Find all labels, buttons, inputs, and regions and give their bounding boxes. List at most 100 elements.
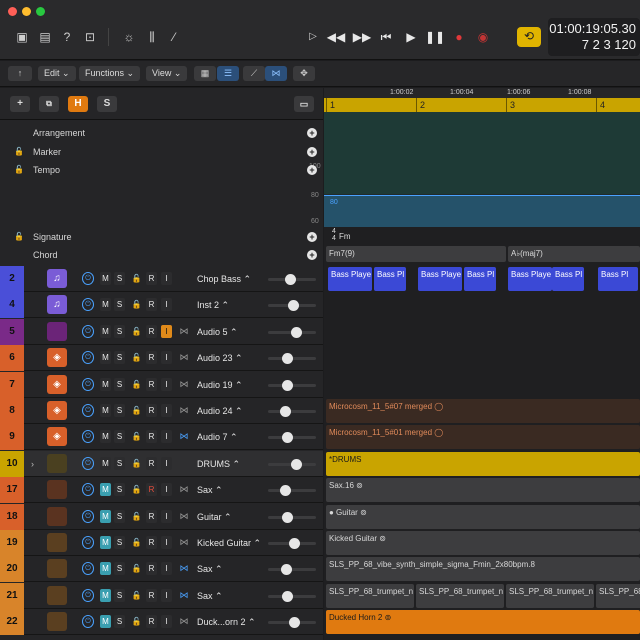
track-header[interactable]: 19 ⏻ M S 🔓 R I ⋈ Kicked Guitar ⌃ [0, 530, 323, 556]
solo-button[interactable]: S [114, 589, 125, 602]
pause-icon[interactable]: ❚❚ [425, 28, 445, 46]
flex-icon[interactable]: ⋈ [265, 66, 287, 81]
track-header[interactable]: 7 ◈ ⏻ M S 🔓 R I ⋈ Audio 19 ⌃ [0, 372, 323, 398]
solo-button[interactable]: S [114, 483, 125, 496]
track-lock-icon[interactable]: 🔓 [131, 615, 142, 628]
volume-knob[interactable] [291, 459, 302, 470]
mute-button[interactable]: M [100, 351, 111, 364]
global-track-chord[interactable]: Chord + [0, 246, 323, 264]
record-enable-button[interactable]: R [146, 457, 157, 470]
duplicate-track-button[interactable]: ⧉ [39, 96, 59, 112]
add-global-track-icon[interactable]: + [307, 250, 317, 260]
record-enable-button[interactable]: R [146, 562, 157, 575]
cycle-region[interactable]: 1 2 3 4 [324, 98, 640, 112]
tempo-line[interactable] [324, 195, 640, 196]
track-lock-icon[interactable]: 🔓 [131, 483, 142, 496]
input-monitor-button[interactable]: I [161, 351, 172, 364]
mute-button[interactable]: M [100, 378, 111, 391]
region[interactable]: Bass Pl [374, 267, 406, 291]
record-enable-button[interactable]: R [146, 298, 157, 311]
volume-knob[interactable] [282, 512, 293, 523]
track-header[interactable]: 4 ♫ ⏻ M S 🔓 R I Inst 2 ⌃ [0, 292, 323, 318]
input-monitor-button[interactable]: I [161, 378, 172, 391]
flex-track-icon[interactable]: ⋈ [178, 483, 190, 496]
record-enable-button[interactable]: R [146, 272, 157, 285]
lock-icon[interactable]: 🔓 [14, 161, 24, 179]
cycle-loop-button[interactable]: ⟲ [517, 27, 541, 47]
global-track-tempo[interactable]: 🔓 Tempo + [0, 161, 323, 179]
record-icon[interactable]: ● [449, 28, 469, 46]
flex-track-icon[interactable]: ⋈ [178, 536, 190, 549]
track-header[interactable]: 8 ◈ ⏻ M S 🔓 R I ⋈ Audio 24 ⌃ [0, 398, 323, 424]
volume-knob[interactable] [289, 538, 300, 549]
track-lock-icon[interactable]: 🔓 [131, 562, 142, 575]
region[interactable]: Bass Pl [598, 267, 638, 291]
record-enable-button[interactable]: R [146, 615, 157, 628]
solo-button[interactable]: S [114, 615, 125, 628]
global-track-signature[interactable]: 🔓 Signature + [0, 228, 323, 246]
input-monitor-button[interactable]: I [161, 536, 172, 549]
track-header[interactable]: 9 ◈ ⏻ M S 🔓 R I ⋈ Audio 7 ⌃ [0, 424, 323, 450]
track-header[interactable]: 10 › ⏻ M S 🔓 R I DRUMS ⌃ [0, 451, 323, 477]
solo-button[interactable]: S [114, 378, 125, 391]
signature-lane[interactable]: 4 4 Fm [324, 227, 640, 245]
volume-slider[interactable] [268, 617, 316, 628]
flex-track-icon[interactable]: ⋈ [178, 430, 190, 443]
chord-region[interactable]: A♭(maj7) [508, 246, 640, 262]
chord-lane[interactable]: Fm7(9) A♭(maj7) [324, 245, 640, 263]
functions-menu[interactable]: Functions ⌄ [79, 66, 141, 81]
smart-controls-icon[interactable]: ☼ [120, 28, 138, 46]
volume-knob[interactable] [291, 327, 302, 338]
solo-button[interactable]: S [114, 272, 125, 285]
mute-button[interactable]: M [100, 430, 111, 443]
input-monitor-button[interactable]: I [161, 483, 172, 496]
power-icon[interactable]: ⏻ [82, 298, 94, 311]
mixer-icon[interactable]: ⫼ [143, 28, 161, 46]
volume-knob[interactable] [282, 432, 293, 443]
mute-button[interactable]: M [100, 272, 111, 285]
power-icon[interactable]: ⏻ [82, 510, 94, 523]
record-enable-button[interactable]: R [146, 536, 157, 549]
volume-slider[interactable] [268, 512, 316, 523]
power-icon[interactable]: ⏻ [82, 483, 94, 496]
solo-button[interactable]: S [114, 298, 125, 311]
volume-slider[interactable] [268, 432, 316, 443]
volume-slider[interactable] [268, 459, 316, 470]
mute-button[interactable]: M [100, 615, 111, 628]
region[interactable]: Microcosm_11_5#07 merged ◯ [326, 399, 640, 423]
power-icon[interactable]: ⏻ [82, 430, 94, 443]
power-icon[interactable]: ⏻ [82, 615, 94, 628]
solo-button[interactable]: S [97, 96, 117, 112]
edit-menu[interactable]: Edit ⌄ [38, 66, 76, 81]
input-monitor-button[interactable]: I [161, 562, 172, 575]
region[interactable]: SLS_PP_68_trumpet_n [506, 584, 594, 608]
display-mode-icon[interactable]: ▷ [304, 28, 322, 46]
track-lock-icon[interactable]: 🔓 [131, 325, 142, 338]
record-enable-button[interactable]: R [146, 483, 157, 496]
track-header[interactable]: 2 ♫ ⏻ M S 🔓 R I Chop Bass ⌃ [0, 266, 323, 292]
power-icon[interactable]: ⏻ [82, 351, 94, 364]
region[interactable]: Bass Playe [328, 267, 372, 291]
input-monitor-button[interactable]: I [161, 510, 172, 523]
catch-playhead-icon[interactable]: ▭ [294, 96, 314, 112]
disclosure-arrow-icon[interactable]: › [31, 451, 34, 477]
power-icon[interactable]: ⏻ [82, 404, 94, 417]
volume-slider[interactable] [268, 327, 316, 338]
mute-button[interactable]: M [100, 325, 111, 338]
play-icon[interactable]: ▶ [401, 28, 421, 46]
track-lock-icon[interactable]: 🔓 [131, 351, 142, 364]
help-icon[interactable]: ? [58, 28, 76, 46]
flex-track-icon[interactable]: ⋈ [178, 325, 190, 338]
region[interactable]: *DRUMS [326, 452, 640, 476]
power-icon[interactable]: ⏻ [82, 536, 94, 549]
input-monitor-button[interactable]: I [161, 404, 172, 417]
volume-slider[interactable] [268, 564, 316, 575]
track-lock-icon[interactable]: 🔓 [131, 510, 142, 523]
chord-region[interactable]: Fm7(9) [326, 246, 506, 262]
library-icon[interactable]: ▣ [13, 28, 31, 46]
track-lock-icon[interactable]: 🔓 [131, 272, 142, 285]
mute-button[interactable]: M [100, 510, 111, 523]
track-header[interactable]: 22 ⏻ M S 🔓 R I ⋈ Duck...orn 2 ⌃ [0, 609, 323, 635]
region[interactable]: SLS_PP_68_trumpet_n [596, 584, 640, 608]
add-track-button[interactable]: + [10, 96, 30, 112]
